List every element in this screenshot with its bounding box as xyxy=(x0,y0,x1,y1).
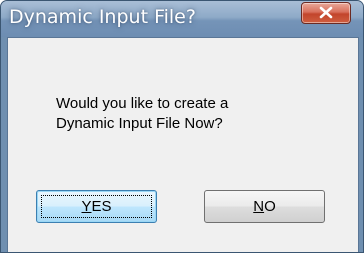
dialog-message: Would you like to create a Dynamic Input… xyxy=(56,94,228,134)
message-line-2: Dynamic Input File Now? xyxy=(56,115,223,132)
no-button-label: NO xyxy=(253,198,276,215)
close-button[interactable] xyxy=(301,2,351,24)
dialog-window: Dynamic Input File? Would you like to cr… xyxy=(0,0,364,253)
yes-button[interactable]: YES xyxy=(36,190,157,223)
close-icon xyxy=(319,6,333,19)
dialog-body: Would you like to create a Dynamic Input… xyxy=(7,37,359,252)
title-bar[interactable]: Dynamic Input File? xyxy=(1,1,363,37)
window-title: Dynamic Input File? xyxy=(9,6,196,28)
yes-button-label: YES xyxy=(81,198,112,215)
message-line-1: Would you like to create a xyxy=(56,95,229,112)
no-button[interactable]: NO xyxy=(204,190,325,223)
